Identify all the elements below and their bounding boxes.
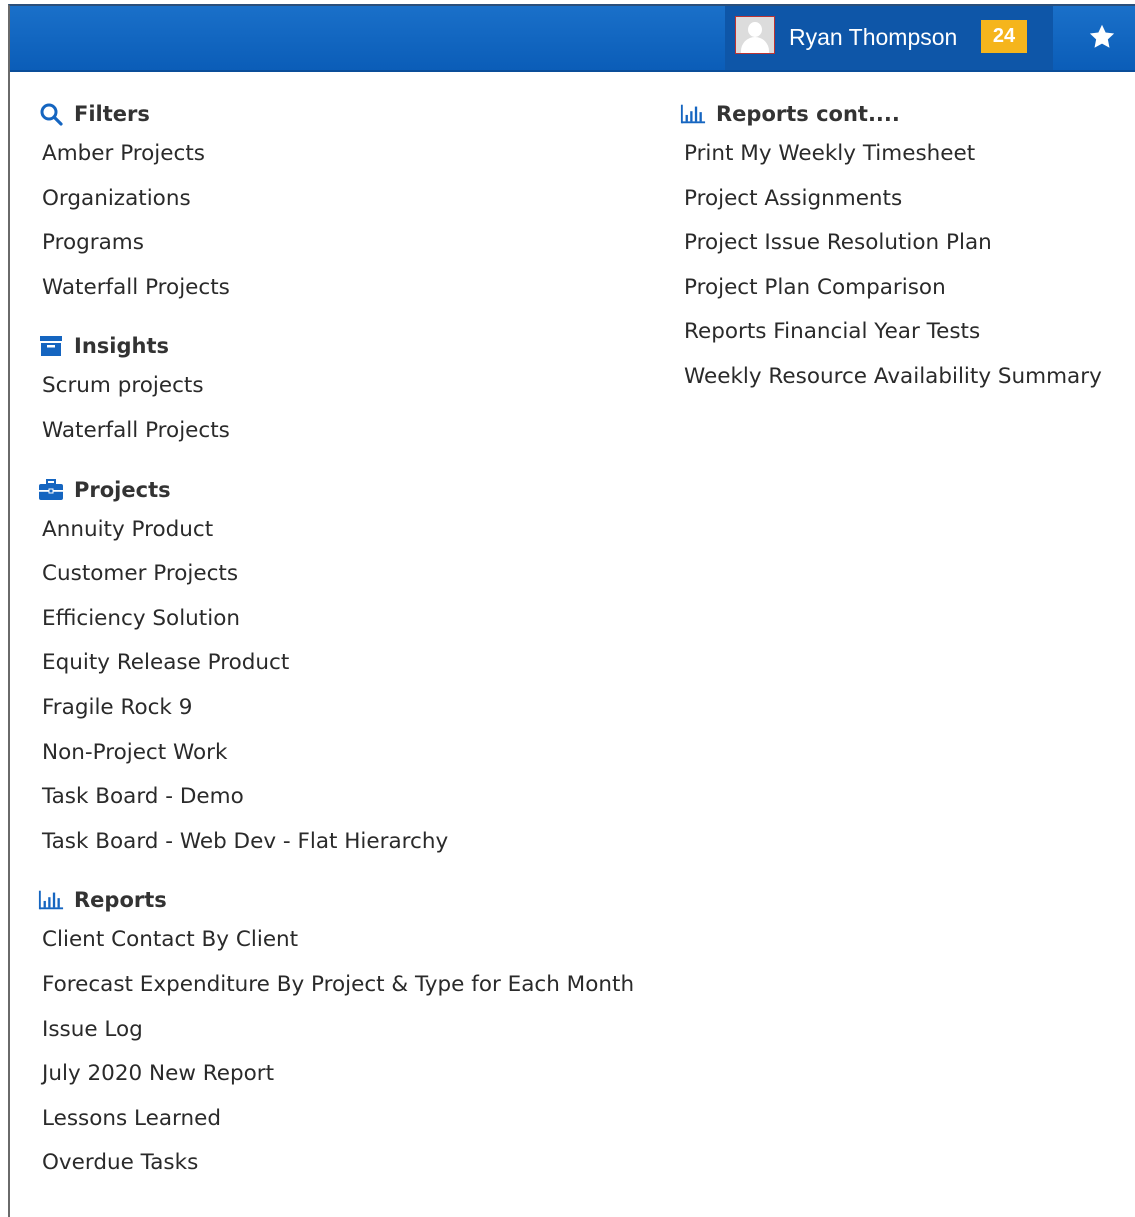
section-title: Reports cont.... (716, 102, 900, 126)
menu-item-project-issue-resolution-plan[interactable]: Project Issue Resolution Plan (680, 221, 1102, 266)
menu-item-task-board-demo[interactable]: Task Board - Demo (38, 775, 634, 820)
section-header: Filters (38, 96, 634, 132)
user-menu[interactable]: Ryan Thompson 24 (725, 6, 1053, 70)
section-title: Reports (74, 888, 167, 913)
section-header: Reports (38, 882, 634, 918)
menu-item-amber-projects[interactable]: Amber Projects (38, 132, 634, 177)
section-projects: Projects Annuity Product Customer Projects… (38, 472, 634, 865)
menu-item-issue-log[interactable]: Issue Log (38, 1008, 634, 1053)
menu-item-organizations[interactable]: Organizations (38, 177, 634, 222)
section-title: Filters (74, 102, 150, 126)
menu-item-weekly-resource-availability-summary[interactable]: Weekly Resource Availability Summary (680, 355, 1102, 400)
menu-item-project-plan-comparison[interactable]: Project Plan Comparison (680, 266, 1102, 311)
left-column: Filters Amber Projects Organizations Progra… (38, 96, 634, 1204)
section-reports: Reports Client Contact By Client Forecast … (38, 882, 634, 1186)
right-column: Reports cont.... Print My Weekly Timeshee… (680, 96, 1102, 418)
menu-item-efficiency-solution[interactable]: Efficiency Solution (38, 597, 634, 642)
section-title: Projects (74, 477, 171, 502)
menu-item-non-project-work[interactable]: Non-Project Work (38, 731, 634, 776)
section-reports-cont: Reports cont.... Print My Weekly Timeshee… (680, 96, 1102, 400)
menu-item-print-my-weekly-timesheet[interactable]: Print My Weekly Timesheet (680, 132, 1102, 177)
menu-item-scrum-projects[interactable]: Scrum projects (38, 364, 634, 409)
menu-item-waterfall-projects[interactable]: Waterfall Projects (38, 266, 634, 311)
top-bar: Ryan Thompson 24 (10, 6, 1135, 72)
section-filters: Filters Amber Projects Organizations Progra… (38, 96, 634, 310)
menu-item-lessons-learned[interactable]: Lessons Learned (38, 1097, 634, 1142)
section-header: Projects (38, 472, 634, 508)
menu-item-programs[interactable]: Programs (38, 221, 634, 266)
menu-item-customer-projects[interactable]: Customer Projects (38, 552, 634, 597)
bar-chart-icon (38, 888, 64, 912)
menu-item-annuity-product[interactable]: Annuity Product (38, 508, 634, 553)
menu-item-reports-financial-year-tests[interactable]: Reports Financial Year Tests (680, 310, 1102, 355)
section-header: Insights (38, 328, 634, 364)
menu-item-task-board-web-dev-flat-hierarchy[interactable]: Task Board - Web Dev - Flat Hierarchy (38, 820, 634, 865)
avatar-head (748, 22, 762, 37)
search-icon (38, 102, 64, 126)
archive-icon (38, 334, 64, 358)
section-insights: Insights Scrum projects Waterfall Projects (38, 328, 634, 453)
avatar[interactable] (735, 16, 775, 54)
menu-item-client-contact-by-client[interactable]: Client Contact By Client (38, 918, 634, 963)
menu-item-overdue-tasks[interactable]: Overdue Tasks (38, 1141, 634, 1186)
menu-item-equity-release-product[interactable]: Equity Release Product (38, 641, 634, 686)
section-title: Insights (74, 334, 169, 359)
favorites-button[interactable] (1085, 20, 1119, 54)
section-header: Reports cont.... (680, 96, 1102, 132)
app-frame: Ryan Thompson 24 Filters Amber Projects Or… (8, 4, 1135, 1217)
menu-item-waterfall-projects[interactable]: Waterfall Projects (38, 409, 634, 454)
avatar-body (741, 37, 769, 53)
notification-badge[interactable]: 24 (981, 20, 1027, 53)
star-icon (1089, 24, 1115, 48)
menu-item-july-2020-new-report[interactable]: July 2020 New Report (38, 1052, 634, 1097)
menu-item-project-assignments[interactable]: Project Assignments (680, 177, 1102, 222)
briefcase-icon (38, 478, 64, 502)
user-name[interactable]: Ryan Thompson (789, 24, 957, 51)
menu-item-forecast-expenditure-by-project-type-for-each-month[interactable]: Forecast Expenditure By Project & Type f… (38, 963, 634, 1008)
bar-chart-icon (680, 102, 706, 126)
menu-item-fragile-rock-9[interactable]: Fragile Rock 9 (38, 686, 634, 731)
